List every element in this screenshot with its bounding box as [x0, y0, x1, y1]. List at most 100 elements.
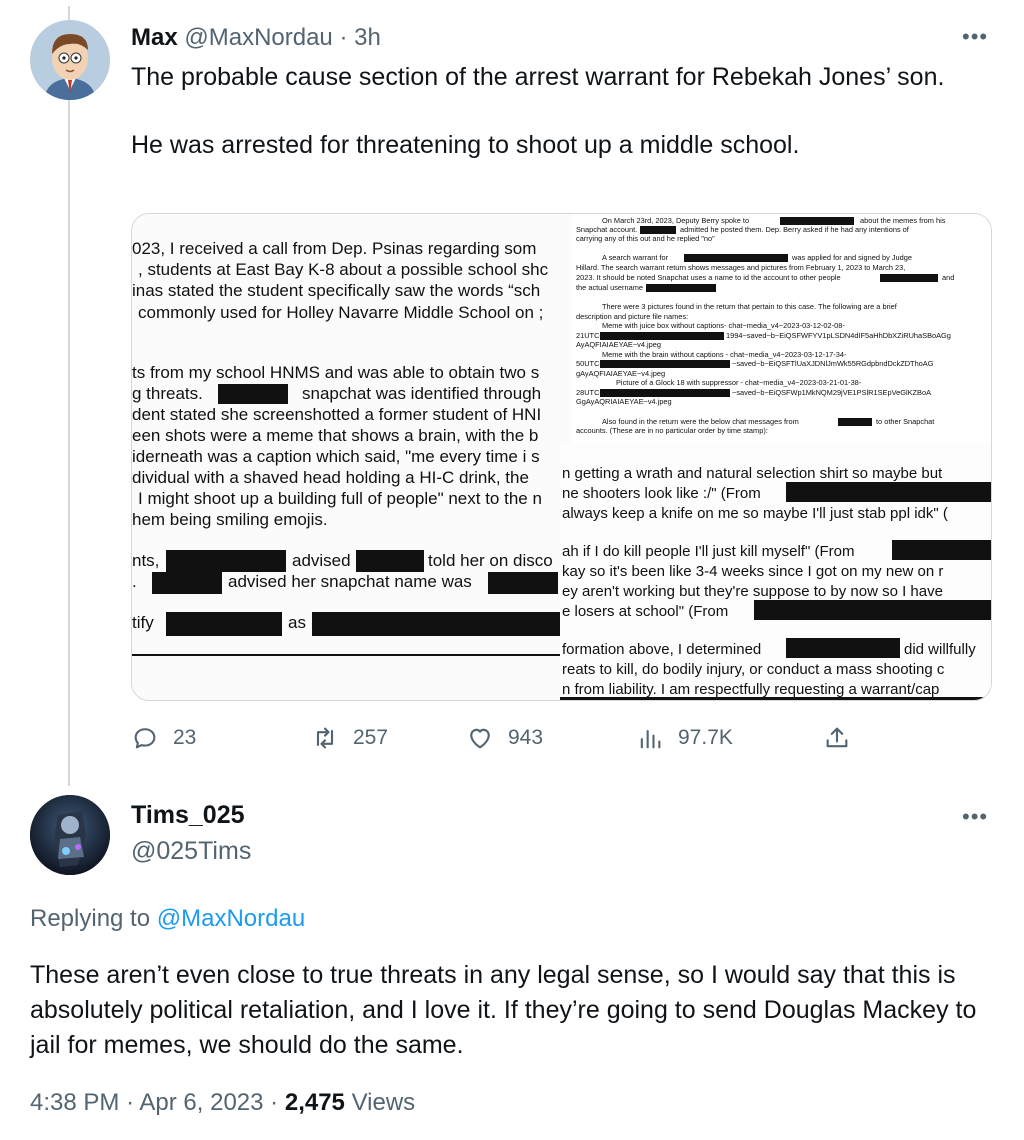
document-line: Meme with the brain without captions - c… [602, 350, 847, 359]
document-line: reats to kill, do bodily injury, or cond… [562, 661, 945, 678]
tweet-header: Max @MaxNordau · 3h [131, 24, 381, 52]
reply-button[interactable]: 23 [131, 720, 196, 756]
tweet-text-line: The probable cause section of the arrest… [131, 63, 945, 91]
document-line: snapchat was identified through [302, 384, 541, 403]
heart-icon [470, 728, 490, 749]
tweet-metadata: 4:38 PM · Apr 6, 2023 · 2,475 Views [30, 1088, 415, 1118]
views-label: Views [351, 1089, 416, 1116]
document-line: Meme with juice box without captions- ch… [602, 321, 845, 330]
document-line: commonly used for Holley Navarre Middle … [138, 303, 543, 322]
document-line: A search warrant for [602, 253, 669, 262]
svg-text:.: . [132, 572, 137, 591]
document-line: and [942, 273, 954, 282]
document-line: dividual with a shaved head holding a HI… [132, 468, 529, 487]
tweet-text: The probable cause section of the arrest… [131, 60, 991, 162]
tweet-text-line: He was arrested for threatening to shoot… [131, 131, 800, 159]
document-line: ~saved~b~EiQSFWp1MkNQM29jVE1PSlR1SEpVeGl… [732, 388, 931, 397]
document-line: accounts. (These are in no particular or… [576, 426, 768, 435]
document-line: 1994~saved~b~EiQSFWFYV1pLSDN4dIF5aHhDbXZ… [726, 331, 951, 340]
avatar[interactable] [30, 20, 110, 100]
replying-to: Replying to @MaxNordau [30, 904, 305, 934]
document-line: een shots were a meme that shows a brain… [132, 426, 538, 445]
user-handle[interactable]: @025Tims [131, 836, 251, 866]
more-options-button[interactable]: ••• [962, 806, 988, 828]
retweet-count: 257 [353, 726, 389, 749]
retweet-icon [316, 727, 334, 749]
avatar[interactable] [30, 795, 110, 875]
document-line: AyAQFIAIAEYAE~v4.jpeg [576, 340, 661, 349]
document-line: carrying any of this out and he replied … [576, 234, 715, 243]
retweet-button[interactable]: 257 [311, 720, 388, 756]
separator: · [339, 24, 348, 51]
reply-count: 23 [173, 726, 197, 749]
like-button[interactable]: 943 [466, 720, 543, 756]
document-line: Hillard. The search warrant return shows… [576, 263, 905, 272]
document-line: to other Snapchat [876, 417, 934, 426]
document-line: n getting a wrath and natural selection … [562, 465, 943, 482]
document-line: did willfully [904, 641, 976, 658]
document-line: was applied for and signed by Judge [791, 253, 912, 262]
replying-to-label: Replying to [30, 905, 151, 932]
timestamp[interactable]: 3h [354, 24, 381, 51]
document-line: gAyAQFIAIAEYAE~v4.jpeg [576, 369, 665, 378]
document-line: g threats. [132, 384, 203, 403]
document-line: GgAyAQRIAIAEYAE~v4.jpeg [576, 397, 672, 406]
tweet-date[interactable]: Apr 6, 2023 [139, 1089, 263, 1116]
reply-icon [134, 728, 156, 749]
document-line: iderneath was a caption which said, "me … [132, 447, 540, 466]
separator: · [126, 1089, 135, 1116]
more-horizontal-icon: ••• [962, 804, 989, 829]
user-handle[interactable]: @MaxNordau [184, 24, 332, 51]
document-line: Snapchat account. [576, 225, 637, 234]
tweet-actions: 23 257 943 97.7K [131, 720, 861, 756]
thread-connector-line [68, 6, 70, 786]
document-line: ah if I do kill people I'll just kill my… [562, 543, 854, 560]
mention-link[interactable]: @MaxNordau [157, 905, 305, 932]
attached-image[interactable]: 023, I received a call from Dep. Psinas … [131, 213, 992, 701]
document-line: ne shooters look like :/" (From [562, 485, 761, 502]
views-button[interactable]: 97.7K [636, 720, 733, 756]
document-line: , students at East Bay K-8 about a possi… [138, 260, 549, 279]
document-line: formation above, I determined [562, 641, 761, 658]
document-line: advised [292, 551, 351, 570]
document-line: 50UTC~ [576, 359, 604, 368]
document-line: On March 23rd, 2023, Deputy Berry spoke … [602, 216, 749, 225]
document-line: ey aren't working but they're suppose to… [562, 583, 943, 600]
document-line: tify [132, 613, 154, 632]
document-line: 2023. It should be noted Snapchat uses a… [576, 273, 841, 282]
document-line: Also found in the return were the below … [602, 417, 799, 426]
view-count: 2,475 [284, 1089, 345, 1116]
document-line: told her on disco [428, 551, 553, 570]
share-button[interactable] [823, 720, 851, 756]
document-line: n from liability. I am respectfully requ… [562, 681, 939, 698]
document-line: I might shoot up a building full of peop… [138, 489, 542, 508]
document-line: hem being smiling emojis. [132, 510, 328, 529]
document-line: There were 3 pictures found in the retur… [602, 302, 898, 311]
document-line: 28UTC~ [576, 388, 604, 397]
document-line: inas stated the student specifically saw… [132, 281, 540, 300]
tweet-text: These aren’t even close to true threats … [30, 961, 977, 1059]
document-line: always keep a knife on me so maybe I'll … [562, 505, 948, 522]
document-line: e losers at school" (From [562, 603, 728, 620]
document-line: 21UTC~ [576, 331, 604, 340]
tweet-time[interactable]: 4:38 PM [30, 1089, 119, 1116]
view-count: 97.7K [678, 726, 733, 749]
document-line: the actual username [576, 283, 643, 292]
more-options-button[interactable]: ••• [962, 26, 988, 48]
more-horizontal-icon: ••• [962, 24, 989, 49]
document-line: ~saved~b~EiQSFTlUaXJDNlJmWk55RGdpbndDckZ… [732, 359, 934, 368]
document-line: admitted he posted them. Dep. Berry aske… [680, 225, 910, 234]
document-line: advised her snapchat name was [228, 572, 472, 591]
document-line: as [288, 613, 306, 632]
document-line: ts from my school HNMS and was able to o… [132, 363, 539, 382]
document-line: nts, [132, 551, 159, 570]
display-name[interactable]: Max [131, 24, 178, 51]
document-line: 023, I received a call from Dep. Psinas … [132, 239, 536, 258]
document-line: kay so it's been like 3-4 weeks since I … [562, 563, 943, 580]
like-count: 943 [508, 726, 544, 749]
share-icon [826, 727, 848, 748]
document-line: dent stated she screenshotted a former s… [132, 405, 541, 424]
document-line: about the memes from his [860, 216, 946, 225]
display-name[interactable]: Tims_025 [131, 800, 245, 830]
separator: · [270, 1089, 279, 1116]
